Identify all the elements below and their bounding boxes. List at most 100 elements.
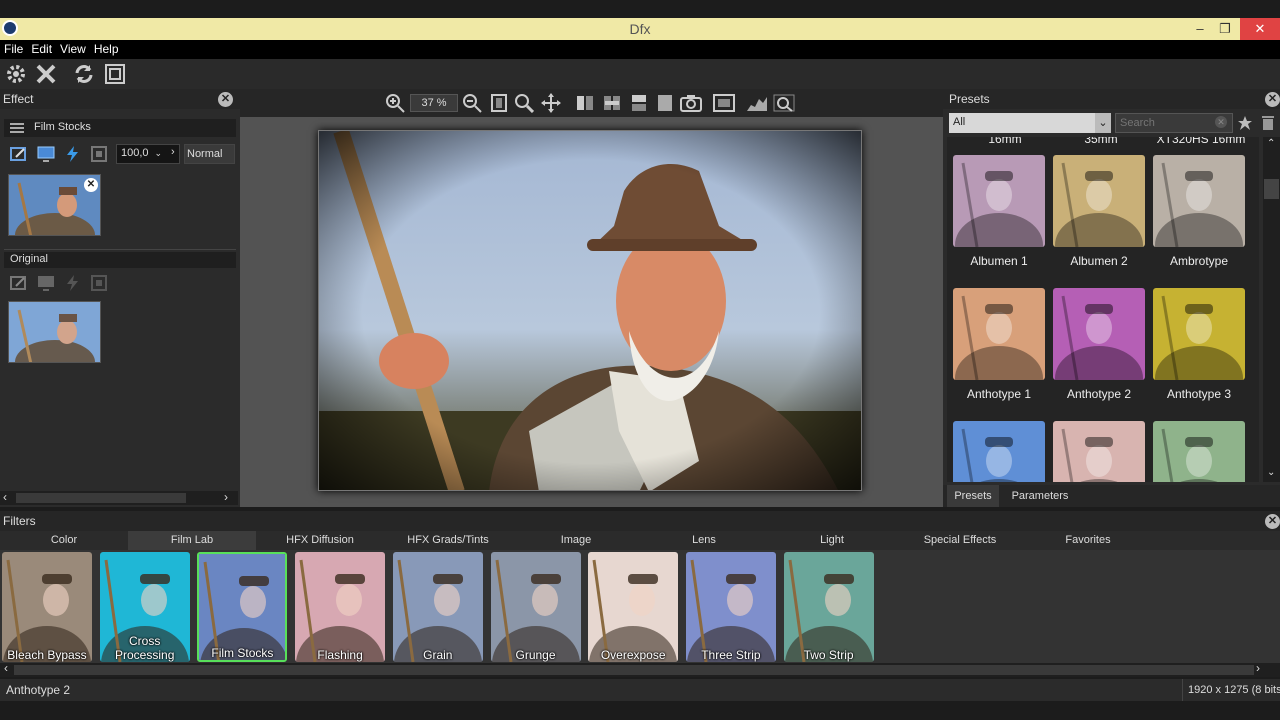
zoom-level-field[interactable]: 37 % — [410, 94, 458, 112]
layer-menu-icon[interactable] — [10, 122, 24, 134]
filter-thumbnail[interactable]: Bleach Bypass — [2, 552, 92, 662]
menu-view[interactable]: View — [56, 40, 90, 56]
filter-tab[interactable]: Film Lab — [128, 531, 256, 550]
scroll-right-icon[interactable]: › — [224, 490, 228, 504]
filter-scrollbar[interactable]: ‹ › — [0, 661, 1280, 677]
pan-move-icon[interactable] — [541, 93, 561, 113]
preset-tile[interactable] — [1053, 288, 1145, 380]
status-bar: Anthotype 2 1920 x 1275 (8 bits) — [0, 679, 1280, 701]
edit-mask-disabled-icon — [10, 274, 28, 292]
preset-label: Albumen 2 — [1070, 254, 1128, 268]
trash-icon[interactable] — [1261, 115, 1275, 131]
filter-thumbnail[interactable]: Three Strip — [685, 552, 776, 662]
tab-parameters[interactable]: Parameters — [1005, 485, 1075, 507]
monitor-icon[interactable] — [37, 145, 55, 163]
menu-file[interactable]: File — [0, 40, 27, 56]
filter-tab[interactable]: HFX Grads/Tints — [384, 531, 512, 550]
fit-image-icon[interactable] — [713, 93, 735, 113]
presets-close-icon[interactable]: ✕ — [1265, 92, 1280, 107]
image-canvas — [240, 117, 943, 507]
scroll-right-icon[interactable]: › — [1256, 661, 1260, 675]
preset-tile[interactable] — [1053, 421, 1145, 482]
zoom-in-icon[interactable] — [385, 93, 405, 113]
histogram-icon[interactable] — [746, 93, 768, 113]
scroll-down-icon[interactable]: ⌄ — [1267, 467, 1275, 478]
refresh-icon[interactable] — [72, 62, 96, 86]
loupe-icon[interactable] — [773, 93, 795, 113]
fit-frame-icon[interactable] — [103, 62, 127, 86]
split-compare-icon[interactable] — [602, 93, 622, 113]
maximize-button[interactable]: ❐ — [1210, 18, 1240, 40]
lightning-icon[interactable] — [64, 145, 82, 163]
opacity-field[interactable]: 100,0 ⌄ › — [116, 144, 180, 164]
blend-mode-select[interactable]: Normal — [184, 144, 235, 164]
preset-tile[interactable] — [1153, 421, 1245, 482]
main-photo[interactable] — [318, 130, 862, 491]
chevron-right-icon: › — [171, 146, 175, 158]
filters-close-icon[interactable]: ✕ — [1265, 514, 1280, 529]
menu-bar: File Edit View Help — [0, 40, 1280, 59]
frame-icon[interactable] — [90, 145, 108, 163]
menu-help[interactable]: Help — [90, 40, 123, 56]
presets-panel: Presets ✕ All ⌄ ✕ 16mm 35mm XT320HS 16mm … — [943, 89, 1280, 507]
main-toolbar — [0, 59, 1280, 89]
settings-gear-icon[interactable] — [4, 62, 28, 86]
layer-header: Film Stocks — [4, 119, 236, 137]
scroll-thumb[interactable] — [16, 493, 186, 503]
filter-thumbnail[interactable]: Film Stocks — [197, 552, 288, 662]
preset-partial-label: 16mm — [988, 137, 1022, 146]
preset-tile[interactable] — [1153, 155, 1245, 247]
remove-effect-icon[interactable]: ✕ — [84, 178, 98, 192]
filter-thumbnail[interactable]: Overexpose — [588, 552, 679, 662]
snapshot-camera-icon[interactable] — [680, 93, 702, 113]
zoom-out-icon[interactable] — [462, 93, 482, 113]
preset-category-select[interactable]: All ⌄ — [949, 113, 1111, 133]
preset-scroll-thumb[interactable] — [1264, 179, 1279, 199]
preset-tab-bar: Presets Parameters — [943, 485, 1280, 507]
scroll-left-icon[interactable]: ‹ — [4, 661, 8, 675]
filter-thumbnail[interactable]: Two Strip — [783, 552, 874, 662]
status-selected-preset: Anthotype 2 — [6, 683, 71, 697]
single-view-icon[interactable] — [655, 93, 675, 113]
menu-edit[interactable]: Edit — [27, 40, 56, 56]
preset-category-value: All — [953, 116, 966, 128]
preset-tile[interactable] — [1153, 288, 1245, 380]
filter-thumbnail[interactable]: Grunge — [490, 552, 581, 662]
filter-tab[interactable]: Special Effects — [896, 531, 1024, 550]
preset-label: Anthotype 1 — [966, 387, 1032, 401]
filter-thumbnail[interactable]: Grain — [392, 552, 483, 662]
filter-scroll-thumb[interactable] — [14, 665, 1254, 675]
preset-tile[interactable] — [953, 155, 1045, 247]
close-window-button[interactable]: ✕ — [1240, 18, 1280, 40]
filter-tab[interactable]: Color — [0, 531, 128, 550]
preset-scrollbar[interactable]: ⌃ ⌄ — [1263, 137, 1280, 482]
filter-tab[interactable]: Image — [512, 531, 640, 550]
preset-tile[interactable] — [953, 288, 1045, 380]
edit-mask-icon[interactable] — [10, 145, 28, 163]
filter-label: Film Stocks — [211, 646, 274, 660]
horizontal-scrollbar[interactable]: ‹ › — [0, 490, 238, 505]
filter-thumbnail[interactable]: Cross Processing — [99, 552, 190, 662]
tab-presets[interactable]: Presets — [947, 485, 999, 507]
filter-thumbnail[interactable]: Flashing — [295, 552, 386, 662]
magnifier-icon[interactable] — [514, 93, 534, 113]
filter-label: Cross Processing — [115, 634, 175, 662]
filter-tab[interactable]: HFX Diffusion — [256, 531, 384, 550]
preset-tile[interactable] — [1053, 155, 1145, 247]
split-vertical-icon[interactable] — [575, 93, 595, 113]
scroll-left-icon[interactable]: ‹ — [3, 490, 7, 504]
favorite-star-icon[interactable] — [1237, 115, 1253, 131]
original-thumbnail[interactable] — [8, 301, 101, 363]
filter-tab[interactable]: Favorites — [1024, 531, 1152, 550]
filter-tab[interactable]: Light — [768, 531, 896, 550]
preset-label: Anthotype 2 — [1066, 387, 1132, 401]
scroll-up-icon[interactable]: ⌃ — [1267, 138, 1275, 149]
fit-to-window-icon[interactable] — [489, 93, 509, 113]
preset-tile[interactable] — [953, 421, 1045, 482]
effect-close-icon[interactable]: ✕ — [218, 92, 233, 107]
filter-tab[interactable]: Lens — [640, 531, 768, 550]
split-horizontal-icon[interactable] — [629, 93, 649, 113]
close-x-icon[interactable] — [34, 62, 58, 86]
preset-label: Anthotype 3 — [1166, 387, 1232, 401]
search-clear-icon[interactable]: ✕ — [1215, 116, 1227, 128]
